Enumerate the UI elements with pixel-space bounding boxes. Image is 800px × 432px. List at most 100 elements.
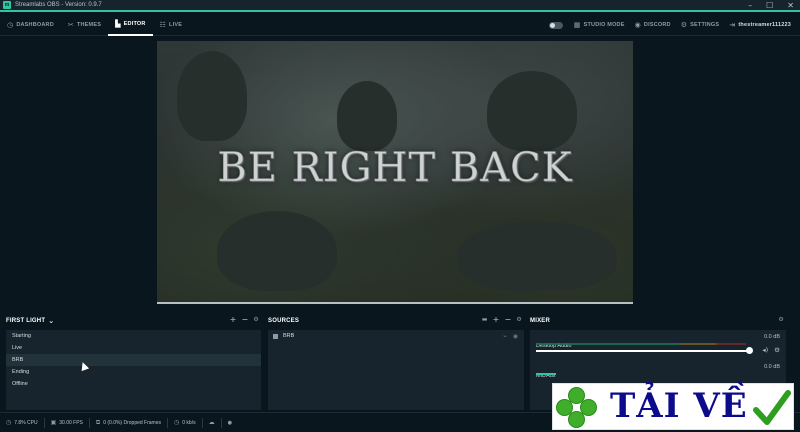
scene-label: BRB xyxy=(12,357,24,363)
stream-preview[interactable]: BE RIGHT BACK xyxy=(157,41,633,303)
source-image-icon xyxy=(273,333,278,339)
nav-live[interactable]: ☷ LIVE xyxy=(153,14,190,36)
info-stat: ● xyxy=(222,418,238,428)
window-controls: – ☐ ✕ xyxy=(748,1,794,10)
source-settings-icon[interactable]: ⚙ xyxy=(516,315,522,325)
bandwidth-stat: ◷ 0 kb/s xyxy=(168,417,203,428)
info-icon[interactable]: ● xyxy=(228,420,232,426)
cpu-stat: ◷ 7.8% CPU xyxy=(0,417,45,428)
add-scene-icon[interactable]: + xyxy=(230,315,237,325)
sources-header: SOURCES ▬ + − ⚙ xyxy=(268,311,524,330)
mixer-header: MIXER ⚙ xyxy=(530,311,786,330)
dropped-frames-stat: ⧉ 0 (0.0%) Dropped Frames xyxy=(90,417,169,428)
scene-settings-icon[interactable]: ⚙ xyxy=(253,315,259,325)
background-tree xyxy=(337,81,397,151)
studio-mode-label: STUDIO MODE xyxy=(583,22,625,28)
dashboard-icon: ◷ xyxy=(7,20,14,29)
mixer-db-value: 0.0 dB xyxy=(764,364,780,370)
scene-item[interactable]: Live xyxy=(6,342,261,354)
clover-logo-icon xyxy=(556,387,597,428)
remove-source-icon[interactable]: − xyxy=(505,315,512,325)
maximize-icon[interactable]: ☐ xyxy=(766,1,773,10)
streamlabs-logo-icon: m xyxy=(3,1,11,9)
background-tree xyxy=(487,71,577,151)
source-label: BRB xyxy=(283,333,295,339)
clover-leaf xyxy=(568,411,585,428)
volume-meter xyxy=(536,373,556,375)
scenes-controls: + − ⚙ xyxy=(230,315,259,325)
nav-editor[interactable]: ▙ EDITOR xyxy=(108,14,153,36)
fps-icon: ▣ xyxy=(50,419,57,426)
scene-label: Live xyxy=(12,345,23,351)
dropped-frames-value: 0 (0.0%) Dropped Frames xyxy=(103,419,162,426)
watermark-banner: TẢI VỀ xyxy=(552,383,794,430)
mixer-item-controls: ◂) ⚙ xyxy=(762,346,780,354)
close-icon[interactable]: ✕ xyxy=(787,1,794,10)
fps-stat: ▣ 30.00 FPS xyxy=(45,417,90,428)
sources-title: SOURCES xyxy=(268,317,300,324)
sources-list: BRB ⌁ ◉ xyxy=(268,330,524,410)
studio-mode-button[interactable]: ▦ STUDIO MODE xyxy=(569,14,630,36)
scenes-panel: FIRST LIGHT ⌄ + − ⚙ Starting Live BRB En… xyxy=(6,311,261,411)
discord-icon: ◉ xyxy=(634,21,641,29)
cloud-icon[interactable]: ☁ xyxy=(209,419,215,426)
source-item[interactable]: BRB ⌁ ◉ xyxy=(268,330,524,342)
cpu-value: 7.8% CPU xyxy=(14,419,38,426)
speedometer-icon: ◷ xyxy=(174,419,180,426)
minimize-icon[interactable]: – xyxy=(748,1,752,10)
background-foliage xyxy=(457,221,617,291)
nav-dashboard[interactable]: ◷ DASHBOARD xyxy=(0,14,61,36)
mixer-controls: ⚙ xyxy=(778,315,784,325)
chevron-down-icon[interactable]: ⌄ xyxy=(48,317,54,324)
visibility-icon[interactable]: ◉ xyxy=(513,333,518,340)
speaker-icon[interactable]: ◂) xyxy=(762,346,768,354)
fps-value: 30.00 FPS xyxy=(59,419,83,426)
nav-right-group: ▦ STUDIO MODE ◉ DISCORD ⚙ SETTINGS ⇥ the… xyxy=(548,14,796,36)
scene-collection-title[interactable]: FIRST LIGHT xyxy=(6,318,45,324)
scene-item-selected[interactable]: BRB xyxy=(6,354,261,366)
scene-label: Offline xyxy=(12,381,28,387)
background-tree xyxy=(177,51,247,141)
volume-slider-handle[interactable] xyxy=(746,347,753,354)
dropped-frames-icon: ⧉ xyxy=(95,418,101,426)
sources-controls: ▬ + − ⚙ xyxy=(482,315,522,325)
mixer-settings-icon[interactable]: ⚙ xyxy=(778,315,784,325)
lock-icon[interactable]: ⌁ xyxy=(503,333,507,340)
mixer-item: Desktop Audio 0.0 dB ◂) ⚙ xyxy=(530,330,786,360)
nav-themes[interactable]: ✂ THEMES xyxy=(61,14,108,36)
settings-label: SETTINGS xyxy=(690,22,720,28)
scene-item[interactable]: Starting xyxy=(6,330,261,342)
discord-button[interactable]: ◉ DISCORD xyxy=(630,14,676,36)
bandwidth-value: 0 kb/s xyxy=(182,419,196,426)
settings-button[interactable]: ⚙ SETTINGS xyxy=(676,14,725,36)
volume-meter xyxy=(536,343,746,345)
sources-panel: SOURCES ▬ + − ⚙ BRB ⌁ ◉ xyxy=(268,311,524,411)
scene-label: Starting xyxy=(12,333,31,339)
nav-editor-label: EDITOR xyxy=(123,20,146,27)
themes-icon: ✂ xyxy=(67,20,74,29)
brb-overlay-text: BE RIGHT BACK xyxy=(217,145,573,192)
scene-item[interactable]: Ending xyxy=(6,366,261,378)
username: thestreamer111223 xyxy=(738,22,791,28)
add-folder-icon[interactable]: ▬ xyxy=(482,315,488,325)
preview-divider xyxy=(157,302,633,304)
user-account-button[interactable]: ⇥ thestreamer111223 xyxy=(724,14,796,36)
editor-icon: ▙ xyxy=(115,19,121,28)
remove-scene-icon[interactable]: − xyxy=(242,315,249,325)
volume-slider[interactable] xyxy=(536,350,750,352)
cloud-stat: ☁ xyxy=(203,417,222,428)
night-mode-toggle[interactable] xyxy=(548,21,563,29)
mixer-db-value: 0.0 dB xyxy=(764,334,780,340)
studio-mode-icon: ▦ xyxy=(573,21,581,29)
cpu-icon: ◷ xyxy=(6,419,12,426)
scene-item[interactable]: Offline xyxy=(6,378,261,390)
background-foliage xyxy=(217,211,337,291)
logout-icon: ⇥ xyxy=(729,21,736,29)
scene-label: Ending xyxy=(12,369,30,375)
add-source-icon[interactable]: + xyxy=(493,315,500,325)
watermark-text: TẢI VỀ xyxy=(610,386,748,426)
audio-settings-icon[interactable]: ⚙ xyxy=(774,346,780,354)
nav-themes-label: THEMES xyxy=(76,21,102,28)
discord-label: DISCORD xyxy=(643,22,671,28)
live-icon: ☷ xyxy=(159,20,167,29)
